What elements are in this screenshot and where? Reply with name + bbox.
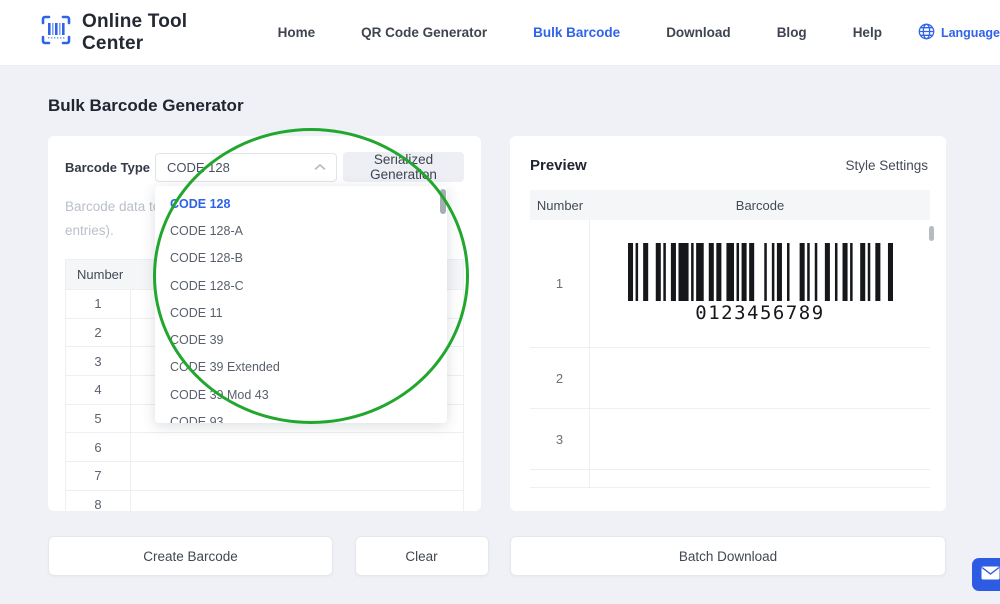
nav-download[interactable]: Download (666, 25, 731, 40)
generator-panel: Barcode Type CODE 128 Serialized Generat… (48, 136, 481, 511)
barcode-image (628, 243, 893, 301)
page-title: Bulk Barcode Generator (48, 96, 946, 116)
preview-number-header: Number (530, 198, 590, 213)
preview-row-stub (530, 470, 930, 488)
language-selector[interactable]: Language (918, 23, 1000, 43)
preview-barcode-header: Barcode (590, 198, 930, 213)
preview-row-number: 3 (530, 409, 590, 469)
row-number: 4 (66, 376, 131, 404)
table-row: 7 (66, 461, 463, 490)
nav-bulk-barcode[interactable]: Bulk Barcode (533, 25, 620, 40)
barcode-value: 0123456789 (695, 302, 824, 324)
preview-row-number (530, 470, 590, 487)
main-content: Bulk Barcode Generator Barcode Type CODE… (48, 96, 946, 576)
dropdown-option-code128[interactable]: CODE 128 (155, 190, 447, 217)
preview-row-2: 2 (530, 348, 930, 409)
globe-icon (918, 23, 935, 43)
preview-table: Number Barcode 1 0123456789 2 3 (530, 190, 930, 488)
nav-home[interactable]: Home (278, 25, 316, 40)
main-nav: Home QR Code Generator Bulk Barcode Down… (278, 25, 882, 40)
app-header: Online Tool Center Home QR Code Generato… (0, 0, 1000, 65)
preview-row-1: 1 0123456789 (530, 220, 930, 348)
dropdown-option-code11[interactable]: CODE 11 (155, 299, 447, 326)
barcode-type-value: CODE 128 (167, 160, 314, 175)
row-number: 6 (66, 433, 131, 461)
clear-button[interactable]: Clear (355, 536, 489, 576)
row-number: 7 (66, 462, 131, 490)
chevron-up-icon (314, 158, 326, 176)
preview-row-number: 2 (530, 348, 590, 408)
preview-table-header: Number Barcode (530, 190, 930, 220)
barcode-type-dropdown: CODE 128 CODE 128-A CODE 128-B CODE 128-… (155, 186, 447, 423)
style-settings-link[interactable]: Style Settings (845, 158, 928, 173)
contact-mail-button[interactable] (972, 558, 1000, 591)
preview-row-3: 3 (530, 409, 930, 470)
brand-logo[interactable]: Online Tool Center (40, 11, 220, 55)
row-data-cell[interactable] (131, 433, 463, 461)
row-number: 5 (66, 405, 131, 433)
dropdown-option-code93[interactable]: CODE 93 (155, 408, 447, 423)
preview-title: Preview (530, 157, 587, 174)
nav-qr-code-generator[interactable]: QR Code Generator (361, 25, 487, 40)
barcode-frame-icon (40, 14, 72, 51)
barcode-type-label: Barcode Type (65, 160, 155, 175)
dropdown-option-code128c[interactable]: CODE 128-C (155, 272, 447, 299)
envelope-icon (981, 566, 1000, 583)
row-number: 2 (66, 319, 131, 347)
create-barcode-button[interactable]: Create Barcode (48, 536, 333, 576)
dropdown-option-code39mod43[interactable]: CODE 39 Mod 43 (155, 381, 447, 408)
barcode-type-select[interactable]: CODE 128 (155, 153, 337, 182)
serialized-generation-button[interactable]: Serialized Generation (343, 152, 464, 182)
row-number: 8 (66, 491, 131, 511)
nav-help[interactable]: Help (853, 25, 882, 40)
row-data-cell[interactable] (131, 462, 463, 490)
dropdown-option-code128b[interactable]: CODE 128-B (155, 245, 447, 272)
dropdown-option-code39ext[interactable]: CODE 39 Extended (155, 354, 447, 381)
row-data-cell[interactable] (131, 491, 463, 511)
brand-name: Online Tool Center (82, 11, 220, 55)
number-column-header: Number (66, 267, 131, 282)
row-number: 3 (66, 347, 131, 375)
dropdown-option-code128a[interactable]: CODE 128-A (155, 217, 447, 244)
table-row: 6 (66, 432, 463, 461)
dropdown-scrollbar-thumb[interactable] (440, 189, 446, 214)
dropdown-option-code39[interactable]: CODE 39 (155, 326, 447, 353)
table-row: 8 (66, 490, 463, 511)
row-number: 1 (66, 290, 131, 318)
preview-scrollbar-thumb[interactable] (929, 226, 934, 241)
preview-panel: Preview Style Settings Number Barcode 1 … (510, 136, 946, 511)
batch-download-button[interactable]: Batch Download (510, 536, 946, 576)
action-bar: Create Barcode Clear Batch Download (48, 536, 946, 576)
nav-blog[interactable]: Blog (777, 25, 807, 40)
language-label: Language (941, 26, 1000, 40)
preview-row-number: 1 (530, 220, 590, 347)
